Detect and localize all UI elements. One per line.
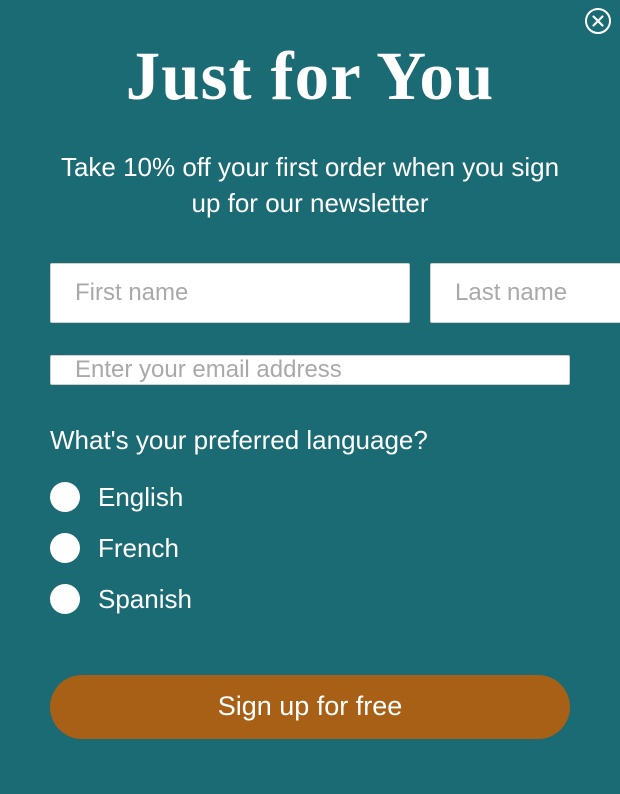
- radio-icon: [50, 482, 80, 512]
- first-name-input[interactable]: [50, 263, 410, 323]
- radio-icon: [50, 533, 80, 563]
- modal-subtitle: Take 10% off your first order when you s…: [50, 150, 570, 220]
- email-input[interactable]: [50, 355, 570, 385]
- modal-title: Just for You: [50, 40, 570, 112]
- last-name-input[interactable]: [430, 263, 620, 323]
- close-icon: [585, 8, 611, 37]
- radio-icon: [50, 584, 80, 614]
- radio-label: French: [98, 533, 179, 564]
- radio-item-spanish[interactable]: Spanish: [50, 584, 570, 615]
- language-question-label: What's your preferred language?: [50, 425, 570, 456]
- signup-modal: Just for You Take 10% off your first ord…: [0, 0, 620, 789]
- name-row: [50, 263, 570, 323]
- radio-label: English: [98, 482, 183, 513]
- signup-button[interactable]: Sign up for free: [50, 675, 570, 739]
- close-button[interactable]: [584, 8, 612, 36]
- radio-item-french[interactable]: French: [50, 533, 570, 564]
- radio-label: Spanish: [98, 584, 192, 615]
- radio-item-english[interactable]: English: [50, 482, 570, 513]
- language-radio-group: English French Spanish: [50, 482, 570, 615]
